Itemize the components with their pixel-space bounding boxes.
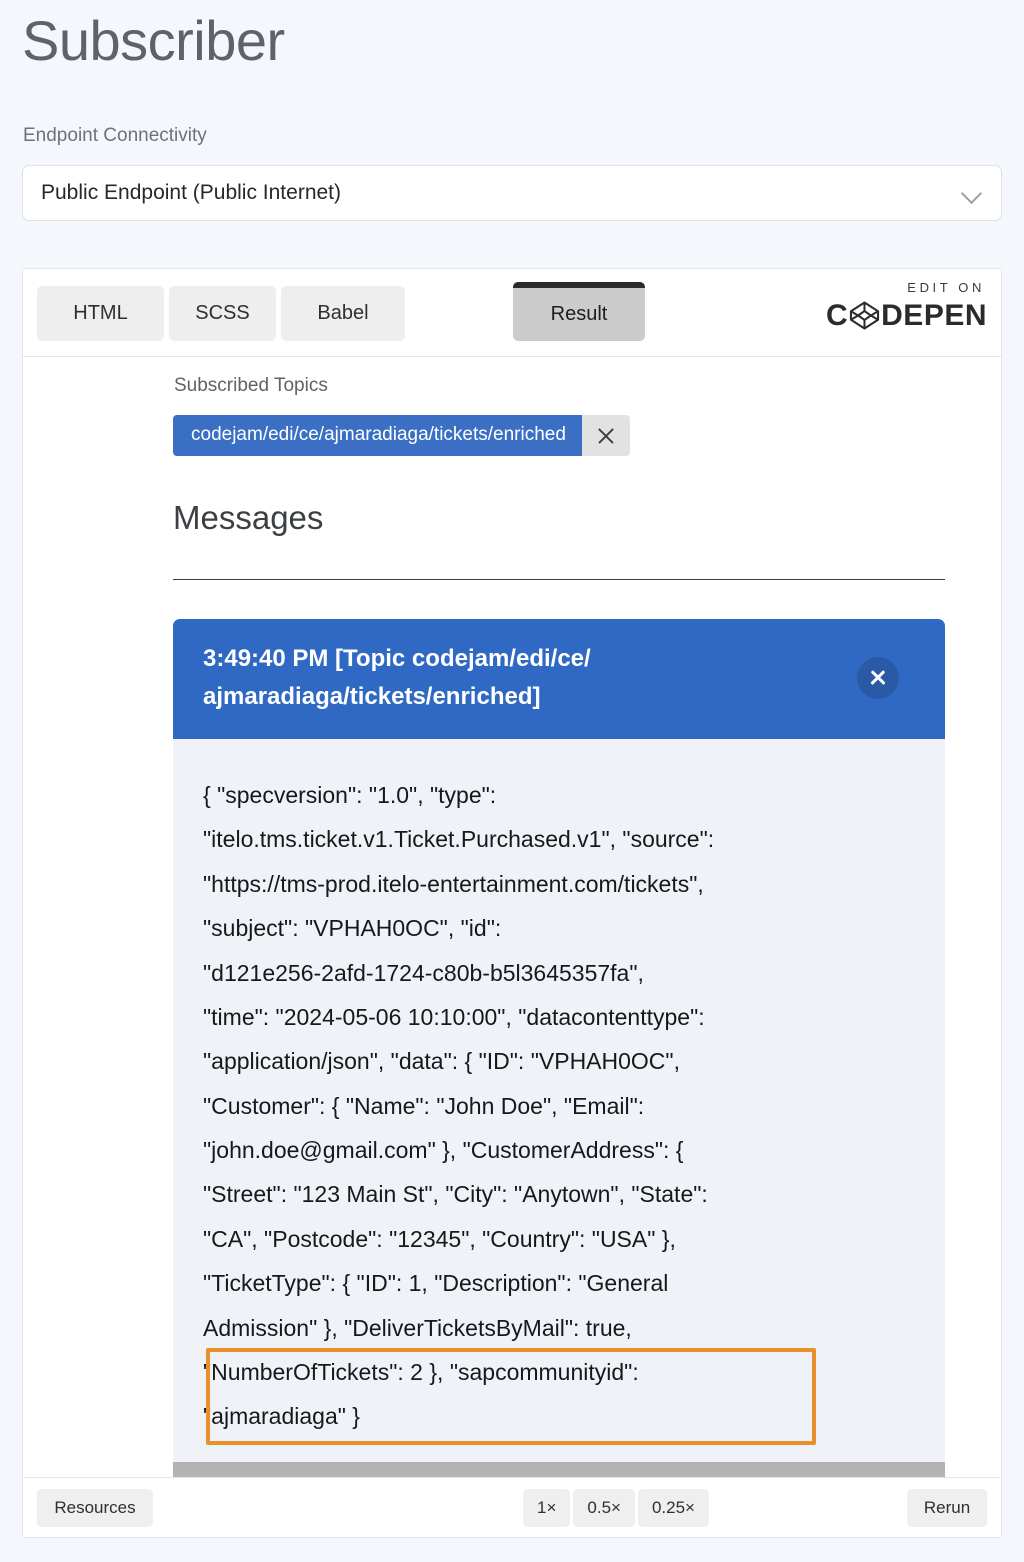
endpoint-connectivity-select[interactable]: Public Endpoint (Public Internet)	[22, 165, 1002, 221]
message-body: { "specversion": "1.0", "type": "itelo.t…	[173, 739, 945, 1469]
codepen-cube-icon	[849, 300, 880, 331]
zoom-1x-button[interactable]: 1×	[523, 1489, 571, 1527]
messages-divider	[173, 579, 945, 580]
codepen-bottombar: Resources 1× 0.5× 0.25× Rerun	[23, 1477, 1001, 1537]
endpoint-selected-value: Public Endpoint (Public Internet)	[41, 181, 341, 204]
topic-chip-label: codejam/edi/ce/ajmaradiaga/tickets/enric…	[173, 415, 582, 456]
endpoint-connectivity-label: Endpoint Connectivity	[23, 125, 207, 146]
tab-scss[interactable]: SCSS	[169, 286, 276, 341]
tab-result[interactable]: Result	[513, 282, 645, 341]
message-card: 3:49:40 PM [Topic codejam/edi/ce/ ajmara…	[173, 619, 945, 1469]
topic-chip: codejam/edi/ce/ajmaradiaga/tickets/enric…	[173, 415, 630, 456]
tab-html[interactable]: HTML	[37, 286, 164, 341]
message-header: 3:49:40 PM [Topic codejam/edi/ce/ ajmara…	[173, 619, 945, 739]
horizontal-scrollbar-thumb[interactable]	[173, 1462, 945, 1477]
horizontal-scrollbar-track[interactable]	[23, 1462, 1001, 1477]
page-title: Subscriber	[22, 9, 285, 72]
rerun-button[interactable]: Rerun	[907, 1489, 987, 1527]
codepen-tabbar: HTML SCSS Babel Result EDIT ON C DEPEN	[23, 269, 1001, 357]
zoom-0.5x-button[interactable]: 0.5×	[573, 1489, 635, 1527]
message-header-text: 3:49:40 PM [Topic codejam/edi/ce/ ajmara…	[203, 645, 591, 710]
resources-button[interactable]: Resources	[37, 1489, 153, 1527]
subscribed-topics-label: Subscribed Topics	[174, 375, 328, 396]
edit-on-codepen-link[interactable]: EDIT ON C DEPEN	[826, 281, 987, 331]
close-x-icon	[868, 668, 888, 688]
message-close-button[interactable]	[857, 657, 899, 699]
codepen-embed: HTML SCSS Babel Result EDIT ON C DEPEN S…	[22, 268, 1002, 1538]
message-json-payload: { "specversion": "1.0", "type": "itelo.t…	[203, 782, 715, 1430]
result-viewport: Subscribed Topics codejam/edi/ce/ajmarad…	[23, 357, 1001, 1477]
tab-babel[interactable]: Babel	[281, 286, 405, 341]
close-x-icon	[596, 426, 616, 446]
messages-heading: Messages	[173, 499, 324, 536]
edit-on-label: EDIT ON	[907, 280, 985, 295]
zoom-0.25x-button[interactable]: 0.25×	[637, 1489, 709, 1527]
codepen-wordmark-right: DEPEN	[881, 298, 987, 332]
codepen-wordmark-left: C	[825, 298, 849, 332]
topic-chip-remove-button[interactable]	[581, 415, 630, 456]
codepen-wordmark: C DEPEN	[826, 300, 987, 331]
chevron-down-icon	[961, 182, 983, 204]
zoom-level-group: 1× 0.5× 0.25×	[523, 1489, 709, 1527]
